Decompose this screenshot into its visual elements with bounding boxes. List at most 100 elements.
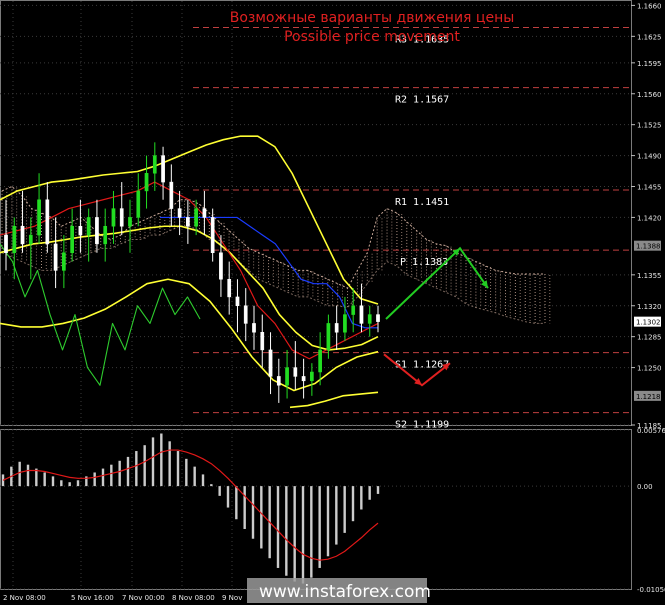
macd-bar [210, 484, 213, 487]
macd-bar [235, 486, 238, 520]
candle-body [227, 279, 232, 298]
macd-bar [26, 464, 30, 487]
price-tick-label: 1.1455 [637, 184, 662, 192]
macd-bar [260, 486, 263, 549]
chart-background [0, 0, 665, 605]
macd-bar [351, 486, 355, 522]
candle-body [276, 376, 281, 386]
macd-tick-label: 0.00 [637, 483, 653, 491]
candle-body [78, 226, 83, 236]
pivot-label-r1: R1 1.1451 [395, 197, 449, 208]
macd-bar [276, 486, 280, 568]
candle-body [194, 208, 198, 227]
candle-body [12, 226, 17, 253]
macd-bar [376, 486, 380, 494]
price-tick-label: 1.1625 [637, 33, 662, 41]
candle-body [293, 367, 298, 377]
chart-title: Возможные варианты движения цены [230, 10, 515, 26]
price-tag-lower-text: 1.1218 [636, 393, 661, 401]
candle-body [260, 332, 265, 351]
macd-bar [101, 468, 105, 487]
candle-body [202, 208, 207, 218]
price-tick-label: 1.1660 [637, 2, 662, 10]
time-tick-label: 5 Nov 16:00 [71, 594, 114, 602]
price-tick-label: 1.1595 [637, 60, 662, 68]
macd-bar [285, 486, 288, 576]
macd-bar [176, 451, 180, 487]
candle-body [186, 217, 190, 227]
time-tick-label: 8 Nov 08:00 [172, 594, 215, 602]
macd-bar [185, 458, 188, 487]
candle-body [210, 217, 215, 254]
macd-bar [43, 472, 46, 487]
candle-body [119, 208, 124, 227]
price-tick-label: 1.1560 [637, 91, 662, 99]
candle-body [318, 349, 322, 373]
candle-body [28, 234, 33, 245]
candle-body [161, 155, 165, 183]
macd-bar [293, 486, 296, 582]
macd-bar [168, 441, 171, 487]
candle-body [144, 173, 149, 192]
price-tick-label: 1.1320 [637, 303, 662, 311]
price-tick-label: 1.1525 [637, 122, 662, 130]
candle-body [252, 323, 256, 333]
macd-bar [218, 486, 221, 496]
candle-body [334, 323, 339, 333]
macd-bar [126, 456, 130, 487]
candle-body [343, 314, 347, 333]
candle-body [268, 349, 273, 377]
watermark-text: www.instaforex.com [259, 582, 431, 602]
time-tick-label: 7 Nov 00:00 [122, 594, 165, 602]
macd-bar [201, 474, 205, 487]
candle-body [62, 252, 66, 271]
time-tick-label: 2 Nov 08:00 [3, 594, 46, 602]
candle-body [20, 226, 25, 245]
candle-body [4, 234, 8, 253]
price-tick-label: 1.1250 [637, 365, 662, 373]
macd-bar [243, 486, 246, 529]
macd-bar [335, 486, 338, 545]
candle-body [326, 323, 331, 351]
price-tick-label: 1.1285 [637, 334, 662, 342]
macd-bar [193, 466, 196, 487]
candle-body [169, 181, 174, 209]
candle-body [367, 314, 372, 324]
candle-body [103, 226, 108, 245]
candle-body [95, 217, 99, 245]
chart-subtitle: Possible price movement [284, 29, 460, 45]
macd-bar [360, 486, 363, 510]
macd-bar [343, 486, 346, 533]
macd-bar [301, 486, 305, 584]
candle-body [301, 376, 306, 382]
macd-bar [110, 464, 113, 487]
candle-body [53, 243, 58, 271]
macd-bar [93, 472, 96, 487]
macd-bar [160, 433, 163, 487]
macd-bar [135, 451, 138, 487]
macd-bar [318, 486, 321, 568]
macd-tick-label: 0.00576 [637, 427, 665, 435]
macd-tick-label: -0.01056 [637, 586, 665, 594]
candle-body [285, 367, 289, 386]
price-tick-label: 1.1355 [637, 272, 662, 280]
candle-body [219, 252, 223, 280]
current-price-tag-text: 1.1302 [636, 319, 661, 327]
pivot-label-s2: S2 1.1199 [395, 420, 449, 431]
candle-body [243, 305, 248, 324]
macd-bar [51, 476, 55, 487]
price-tick-label: 1.1490 [637, 153, 662, 161]
macd-bar [60, 480, 63, 487]
candle-body [235, 296, 240, 306]
macd-bar [226, 486, 230, 508]
candle-body [128, 217, 132, 227]
macd-bar [68, 482, 71, 487]
price-tag-upper-text: 1.1388 [636, 243, 661, 251]
candle-body [359, 305, 364, 324]
macd-bar [143, 445, 146, 487]
candle-body [136, 190, 141, 218]
candle-body [111, 208, 116, 227]
forex-chart: R3 1.1635R2 1.1567R1 1.1451P 1.1383S1 1.… [0, 0, 665, 605]
candle-body [45, 199, 50, 245]
price-tick-label: 1.1420 [637, 214, 662, 222]
